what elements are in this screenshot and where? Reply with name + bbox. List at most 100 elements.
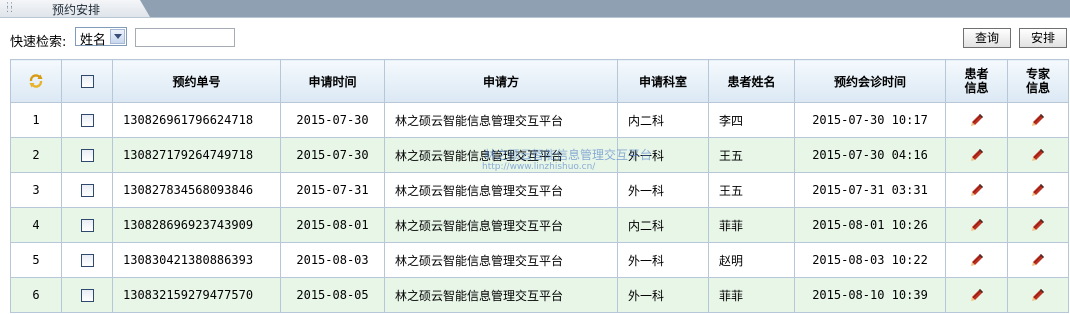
select-all-header[interactable] bbox=[61, 59, 113, 103]
header-patient-name[interactable]: 患者姓名 bbox=[708, 59, 795, 103]
pencil-icon[interactable] bbox=[1031, 183, 1045, 197]
row-select-cell[interactable] bbox=[61, 242, 113, 278]
watermark-url: http://www.linzhishuo.cn/ bbox=[482, 162, 596, 172]
expert-info-edit[interactable] bbox=[1007, 277, 1069, 313]
arrange-button[interactable]: 安排 bbox=[1019, 28, 1067, 48]
select-all-checkbox[interactable] bbox=[80, 75, 94, 88]
grip-icon: :::: bbox=[6, 0, 15, 15]
patient-info-edit[interactable] bbox=[945, 172, 1008, 208]
header-apply-time[interactable]: 申请时间 bbox=[280, 59, 385, 103]
row-select-cell[interactable] bbox=[61, 172, 113, 208]
department: 外一科 bbox=[617, 242, 709, 278]
applicant: 林之硕云智能信息管理交互平台 bbox=[384, 172, 618, 208]
patient-name: 菲菲 bbox=[708, 207, 795, 243]
header-order-no[interactable]: 预约单号 bbox=[112, 59, 281, 103]
search-label: 快速检索: bbox=[10, 35, 67, 50]
department: 内二科 bbox=[617, 102, 709, 138]
table-row[interactable]: 4 130828696923743909 2015-08-01 林之硕云智能信息管理交… bbox=[10, 207, 1069, 243]
row-number: 4 bbox=[10, 207, 62, 243]
consult-time: 2015-07-30 10:17 bbox=[794, 102, 946, 138]
apply-time: 2015-08-01 bbox=[280, 207, 385, 243]
expert-info-edit[interactable] bbox=[1007, 242, 1069, 278]
order-number: 130827834568093846 bbox=[112, 172, 281, 208]
pencil-icon[interactable] bbox=[1031, 218, 1045, 232]
consult-time: 2015-08-03 10:22 bbox=[794, 242, 946, 278]
applicant: 林之硕云智能信息管理交互平台 bbox=[384, 207, 618, 243]
row-checkbox[interactable] bbox=[80, 184, 94, 197]
applicant: 林之硕云智能信息管理交互平台 bbox=[384, 277, 618, 313]
expert-info-edit[interactable] bbox=[1007, 102, 1069, 138]
row-checkbox[interactable] bbox=[80, 289, 94, 302]
pencil-icon[interactable] bbox=[1031, 253, 1045, 267]
consult-time: 2015-08-01 10:26 bbox=[794, 207, 946, 243]
search-input[interactable] bbox=[135, 28, 235, 47]
pencil-icon[interactable] bbox=[1031, 148, 1045, 162]
expert-info-edit[interactable] bbox=[1007, 172, 1069, 208]
row-number: 2 bbox=[10, 137, 62, 173]
header-patient-info-line1: 患者 bbox=[964, 67, 989, 81]
table-row[interactable]: 3 130827834568093846 2015-07-31 林之硕云智能信息管理交… bbox=[10, 172, 1069, 208]
pencil-icon[interactable] bbox=[970, 218, 984, 232]
department: 内二科 bbox=[617, 207, 709, 243]
row-checkbox[interactable] bbox=[80, 254, 94, 267]
department: 外一科 bbox=[617, 172, 709, 208]
pencil-icon[interactable] bbox=[970, 113, 984, 127]
pencil-icon[interactable] bbox=[970, 288, 984, 302]
search-field-value: 姓名 bbox=[80, 33, 107, 48]
expert-info-edit[interactable] bbox=[1007, 207, 1069, 243]
table-row[interactable]: 1 130826961796624718 2015-07-30 林之硕云智能信息管理交… bbox=[10, 102, 1069, 138]
tab-appointment-arrangement[interactable]: :::: 预约安排 bbox=[0, 0, 150, 17]
order-number: 130832159279477570 bbox=[112, 277, 281, 313]
header-expert-info-line2: 信息 bbox=[1025, 81, 1050, 95]
search-field-select[interactable]: 姓名 bbox=[75, 27, 127, 48]
patient-info-edit[interactable] bbox=[945, 207, 1008, 243]
refresh-icon[interactable] bbox=[28, 73, 44, 89]
patient-name: 赵明 bbox=[708, 242, 795, 278]
header-consult-time[interactable]: 预约会诊时间 bbox=[794, 59, 946, 103]
apply-time: 2015-08-03 bbox=[280, 242, 385, 278]
row-number: 5 bbox=[10, 242, 62, 278]
patient-info-edit[interactable] bbox=[945, 242, 1008, 278]
pencil-icon[interactable] bbox=[970, 183, 984, 197]
header-applicant[interactable]: 申请方 bbox=[384, 59, 618, 103]
row-checkbox[interactable] bbox=[80, 114, 94, 127]
row-number: 6 bbox=[10, 277, 62, 313]
pencil-icon[interactable] bbox=[970, 253, 984, 267]
row-select-cell[interactable] bbox=[61, 207, 113, 243]
header-expert-info: 专家 信息 bbox=[1007, 59, 1069, 103]
row-checkbox[interactable] bbox=[80, 149, 94, 162]
row-number: 1 bbox=[10, 102, 62, 138]
table-row[interactable]: 5 130830421380886393 2015-08-03 林之硕云智能信息管理交… bbox=[10, 242, 1069, 278]
tab-label: 预约安排 bbox=[52, 3, 101, 17]
pencil-icon[interactable] bbox=[1031, 288, 1045, 302]
row-select-cell[interactable] bbox=[61, 137, 113, 173]
table-row[interactable]: 6 130832159279477570 2015-08-05 林之硕云智能信息管理交… bbox=[10, 277, 1069, 313]
patient-info-edit[interactable] bbox=[945, 102, 1008, 138]
row-number: 3 bbox=[10, 172, 62, 208]
patient-name: 王五 bbox=[708, 137, 795, 173]
consult-time: 2015-07-31 03:31 bbox=[794, 172, 946, 208]
pencil-icon[interactable] bbox=[1031, 113, 1045, 127]
row-select-cell[interactable] bbox=[61, 277, 113, 313]
patient-info-edit[interactable] bbox=[945, 137, 1008, 173]
order-number: 130827179264749718 bbox=[112, 137, 281, 173]
row-select-cell[interactable] bbox=[61, 102, 113, 138]
order-number: 130826961796624718 bbox=[112, 102, 281, 138]
header-patient-info: 患者 信息 bbox=[945, 59, 1008, 103]
query-button[interactable]: 查询 bbox=[963, 28, 1011, 48]
pencil-icon[interactable] bbox=[970, 148, 984, 162]
header-department[interactable]: 申请科室 bbox=[617, 59, 709, 103]
row-checkbox[interactable] bbox=[80, 219, 94, 232]
expert-info-edit[interactable] bbox=[1007, 137, 1069, 173]
applicant: 林之硕云智能信息管理交互平台 bbox=[384, 102, 618, 138]
table-header-row: 预约单号 申请时间 申请方 申请科室 患者姓名 预约会诊时间 患者 信息 专家 信息 bbox=[10, 59, 1069, 103]
order-number: 130828696923743909 bbox=[112, 207, 281, 243]
patient-info-edit[interactable] bbox=[945, 277, 1008, 313]
chevron-down-icon[interactable] bbox=[110, 29, 125, 44]
apply-time: 2015-07-30 bbox=[280, 137, 385, 173]
patient-name: 菲菲 bbox=[708, 277, 795, 313]
consult-time: 2015-08-10 10:39 bbox=[794, 277, 946, 313]
apply-time: 2015-07-30 bbox=[280, 102, 385, 138]
refresh-header[interactable] bbox=[10, 59, 62, 103]
watermark-text: 林之硕云智能信息管理交互平台 bbox=[484, 148, 653, 162]
